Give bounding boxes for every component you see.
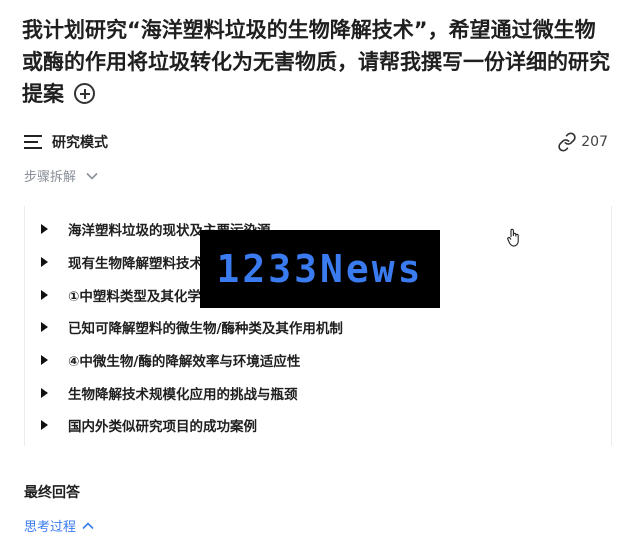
- step-label: 现有生物降解塑料技术: [68, 256, 203, 272]
- watermark-text: 1233News: [216, 247, 424, 291]
- chevron-down-icon: [86, 172, 98, 180]
- link-icon: [558, 132, 576, 152]
- step-label: 已知可降解塑料的微生物/酶种类及其作用机制: [68, 321, 343, 337]
- triangle-right-icon: [41, 388, 48, 398]
- sources-link-button[interactable]: 207: [557, 132, 608, 152]
- question-heading: 我计划研究“海洋塑料垃圾的生物降解技术”，希望通过微生物或酶的作用将垃圾转化为无…: [22, 14, 612, 110]
- mode-bar: 研究模式 207: [24, 130, 608, 154]
- triangle-right-icon: [41, 257, 48, 267]
- final-answer-title: 最终回答: [24, 485, 80, 501]
- step-item[interactable]: ④中微生物/酶的降解效率与环境适应性: [41, 349, 300, 371]
- step-item[interactable]: 国内外类似研究项目的成功案例: [41, 414, 257, 436]
- mode-label: 研究模式: [52, 135, 108, 151]
- hand-pointer-icon: [507, 228, 519, 247]
- steps-toggle-label: 步骤拆解: [24, 170, 77, 185]
- thinking-toggle[interactable]: 思考过程: [24, 516, 94, 535]
- chevron-up-icon: [82, 521, 94, 529]
- step-label: ④中微生物/酶的降解效率与环境适应性: [68, 354, 301, 370]
- step-label: 国内外类似研究项目的成功案例: [68, 419, 257, 435]
- watermark-logo: 1233News: [200, 230, 440, 308]
- step-item[interactable]: 已知可降解塑料的微生物/酶种类及其作用机制: [41, 316, 343, 338]
- triangle-right-icon: [41, 224, 48, 234]
- mode-indicator: 研究模式: [24, 132, 108, 152]
- question-text: 我计划研究“海洋塑料垃圾的生物降解技术”，希望通过微生物或酶的作用将垃圾转化为无…: [22, 18, 610, 106]
- step-item[interactable]: 生物降解技术规模化应用的挑战与瓶颈: [41, 382, 298, 404]
- menu-lines-icon: [24, 135, 42, 149]
- thinking-toggle-label: 思考过程: [24, 520, 77, 535]
- step-label: 生物降解技术规模化应用的挑战与瓶颈: [68, 387, 298, 403]
- triangle-right-icon: [41, 322, 48, 332]
- plus-circle-icon[interactable]: [74, 83, 95, 104]
- triangle-right-icon: [41, 420, 48, 430]
- step-item[interactable]: 现有生物降解塑料技术: [41, 251, 203, 273]
- triangle-right-icon: [41, 355, 48, 365]
- triangle-right-icon: [41, 290, 48, 300]
- steps-toggle[interactable]: 步骤拆解: [24, 166, 98, 185]
- sources-count: 207: [581, 134, 608, 150]
